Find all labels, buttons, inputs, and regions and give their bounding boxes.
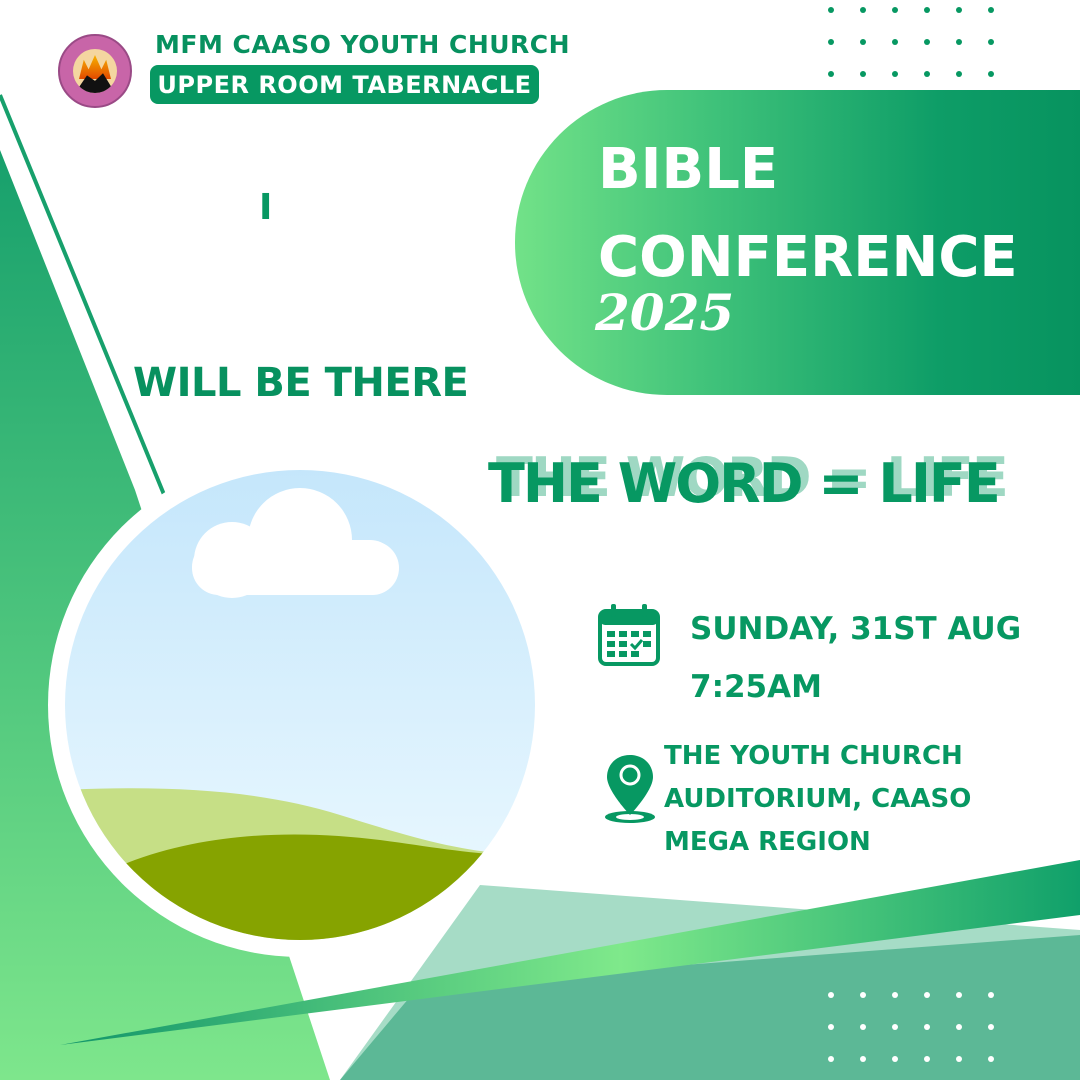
- event-title: BIBLE CONFERENCE: [598, 135, 1018, 293]
- dot: [988, 1056, 994, 1062]
- church-logo: [58, 34, 132, 108]
- title-line-1: BIBLE: [598, 137, 779, 202]
- dot: [956, 7, 962, 13]
- dot: [828, 71, 834, 77]
- dot: [892, 39, 898, 45]
- event-time: 7:25AM: [690, 669, 822, 705]
- venue-line-3: MEGA REGION: [664, 827, 871, 857]
- venue-line-1: THE YOUTH CHURCH: [664, 741, 963, 771]
- dot: [860, 39, 866, 45]
- dot: [892, 7, 898, 13]
- event-theme: THE WORD = LIFE: [488, 452, 1001, 515]
- dot: [988, 992, 994, 998]
- calendar-icon: [598, 604, 660, 666]
- dot: [956, 39, 962, 45]
- dot: [988, 7, 994, 13]
- dot: [828, 7, 834, 13]
- dot: [828, 1056, 834, 1062]
- dot: [892, 71, 898, 77]
- dot: [956, 1056, 962, 1062]
- event-date: SUNDAY, 31ST AUG: [690, 611, 1022, 647]
- dot: [860, 7, 866, 13]
- dot: [924, 71, 930, 77]
- event-venue: THE YOUTH CHURCH AUDITORIUM, CAASO MEGA …: [664, 735, 971, 864]
- dot: [860, 992, 866, 998]
- dot: [924, 1024, 930, 1030]
- dot: [860, 1024, 866, 1030]
- dot: [892, 1024, 898, 1030]
- dot: [988, 1024, 994, 1030]
- dot: [828, 1024, 834, 1030]
- dot: [860, 1056, 866, 1062]
- dot: [892, 1056, 898, 1062]
- dot: [924, 39, 930, 45]
- dot: [924, 992, 930, 998]
- dot: [988, 71, 994, 77]
- dot: [828, 39, 834, 45]
- event-year: 2025: [595, 283, 735, 342]
- event-datetime: SUNDAY, 31ST AUG 7:25AM: [690, 600, 1021, 716]
- dot: [956, 71, 962, 77]
- dot: [828, 992, 834, 998]
- dot: [956, 1024, 962, 1030]
- dot: [988, 39, 994, 45]
- pronoun-text: I: [259, 187, 273, 228]
- church-name: MFM CAASO YOUTH CHURCH: [155, 30, 571, 59]
- will-be-there-text: WILL BE THERE: [133, 360, 469, 406]
- dot: [924, 1056, 930, 1062]
- dot: [892, 992, 898, 998]
- church-subtitle: UPPER ROOM TABERNACLE: [150, 65, 539, 104]
- dot: [924, 7, 930, 13]
- location-pin-icon: [605, 755, 655, 823]
- venue-line-2: AUDITORIUM, CAASO: [664, 784, 972, 814]
- dot: [860, 71, 866, 77]
- dot: [956, 992, 962, 998]
